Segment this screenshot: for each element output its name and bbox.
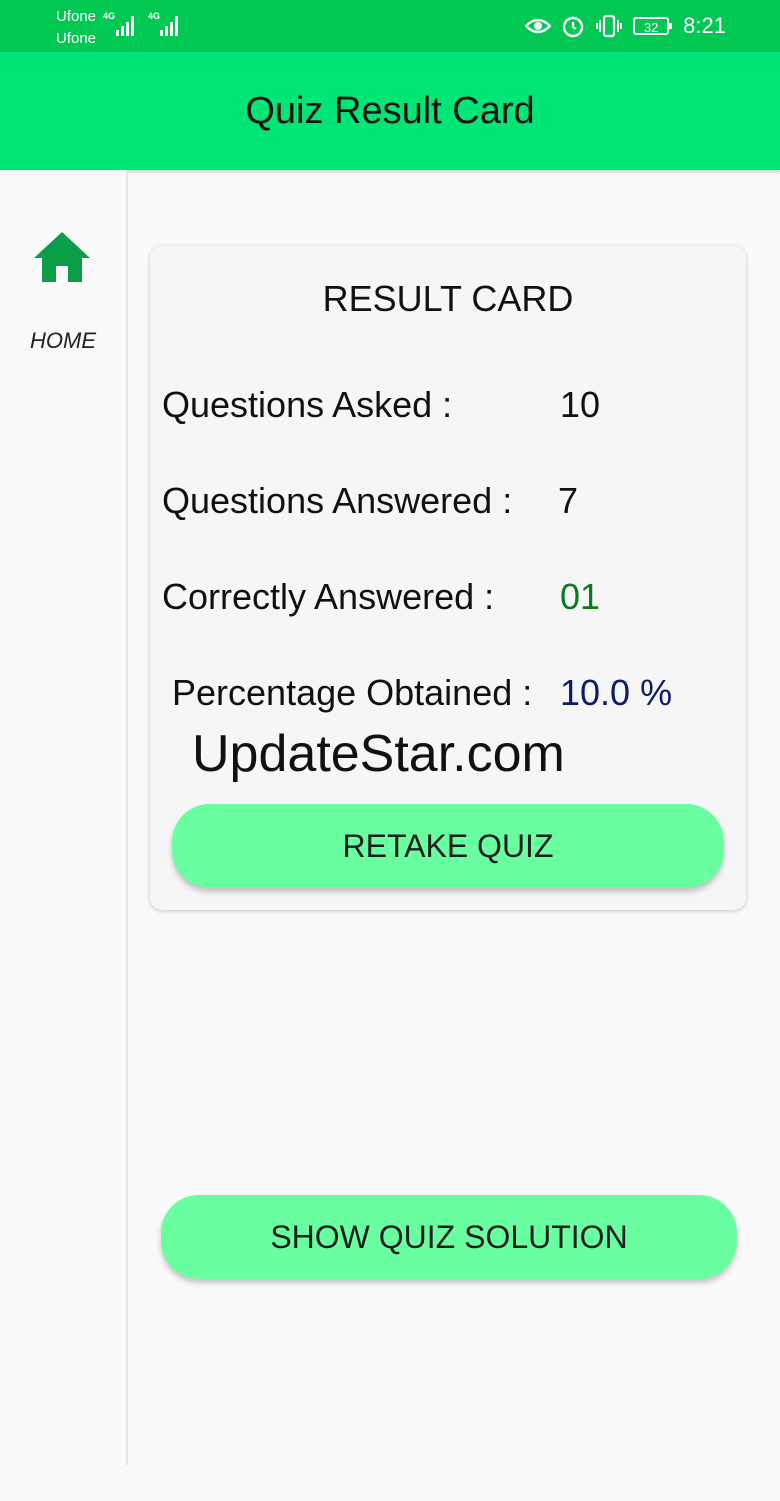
network-type-1: 4G (103, 11, 116, 21)
carrier-2: Ufone (56, 30, 97, 47)
vibrate-icon (596, 14, 623, 38)
percentage-obtained-value: 10.0 % (560, 672, 673, 713)
status-time: 8:21 (683, 13, 726, 38)
alarm-icon (562, 16, 584, 38)
signal-icon-2 (160, 14, 182, 36)
carrier-labels: Ufone Ufone (56, 6, 96, 50)
network-type-2: 4G (148, 11, 161, 21)
carrier-1: Ufone (56, 8, 97, 25)
status-icons: 32 8:21 (525, 0, 726, 52)
questions-answered-value: 7 (558, 480, 579, 521)
watermark-text: UpdateStar.com (192, 725, 565, 783)
battery-icon: 32 (633, 17, 673, 35)
status-bar: Ufone Ufone 4G 4G 32 8:21 (0, 0, 780, 52)
eye-comfort-icon (525, 18, 552, 34)
questions-asked-value: 10 (560, 384, 601, 425)
app-bar: Quiz Result Card (0, 52, 780, 170)
questions-asked-label: Questions Asked : (162, 384, 453, 425)
home-icon[interactable] (32, 230, 92, 284)
card-title: RESULT CARD (322, 278, 574, 319)
home-label[interactable]: HOME (0, 328, 126, 354)
retake-quiz-button[interactable]: RETAKE QUIZ (172, 804, 724, 888)
app-title: Quiz Result Card (245, 90, 535, 132)
sidebar: HOME (0, 170, 128, 1465)
percentage-obtained-label: Percentage Obtained : (172, 672, 533, 713)
signal-icon (116, 14, 138, 36)
result-card: RESULT CARD Questions Asked : 10 Questio… (150, 246, 746, 910)
correctly-answered-value: 01 (560, 576, 601, 617)
correctly-answered-label: Correctly Answered : (162, 576, 495, 617)
show-quiz-solution-button[interactable]: SHOW QUIZ SOLUTION (161, 1195, 737, 1279)
questions-answered-label: Questions Answered : (162, 480, 513, 521)
